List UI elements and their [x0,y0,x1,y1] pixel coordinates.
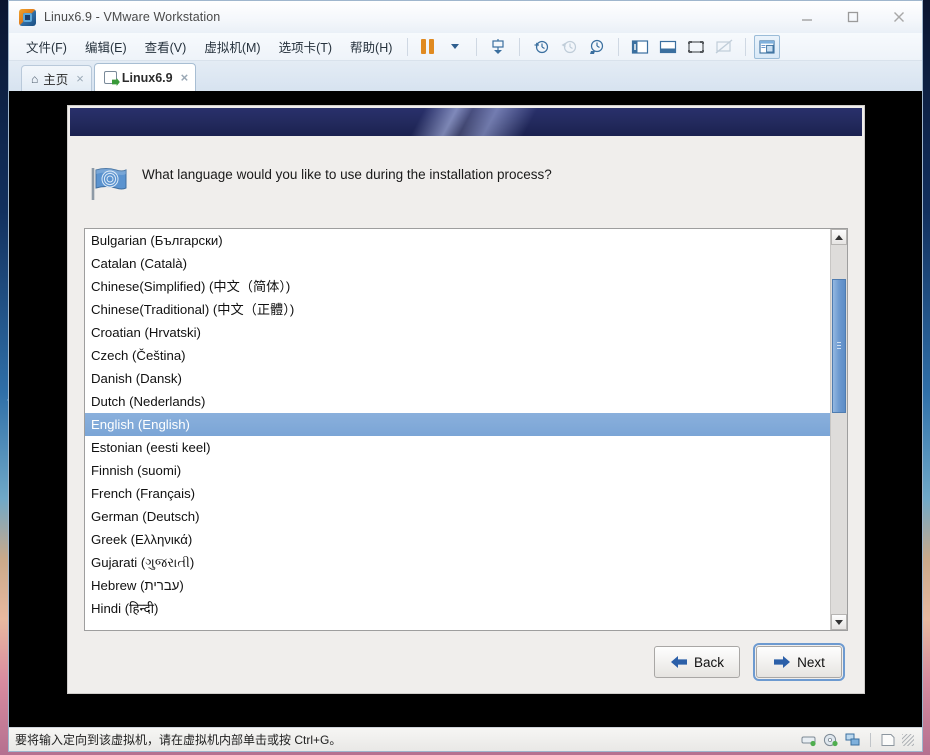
language-flag-icon [86,162,128,204]
tab-linux69-label: Linux6.9 [121,70,173,85]
menu-bar: 文件(F) 编辑(E) 查看(V) 虚拟机(M) 选项卡(T) 帮助(H) [9,33,922,61]
menu-file[interactable]: 文件(F) [17,34,76,59]
language-option[interactable]: Finnish (suomi) [85,459,830,482]
language-option-selected[interactable]: English (English) [85,413,830,436]
title-bar: Linux6.9 - VMware Workstation [9,1,922,33]
vmware-icon [19,8,36,26]
language-option[interactable]: Danish (Dansk) [85,367,830,390]
next-button[interactable]: Next [753,643,845,681]
language-option[interactable]: Greek (Ελληνικά) [85,528,830,551]
window-title: Linux6.9 - VMware Workstation [44,10,221,24]
tab-linux69-close-icon[interactable]: × [181,70,189,85]
language-option[interactable]: Dutch (Nederlands) [85,390,830,413]
home-icon: ⌂ [31,71,39,86]
language-list[interactable]: Bulgarian (Български) Catalan (Català) Chi… [85,229,830,630]
language-list-scrollbar[interactable] [830,229,847,630]
language-option[interactable]: Estonian (eesti keel) [85,436,830,459]
scroll-down-icon[interactable] [831,614,847,630]
scroll-up-icon[interactable] [831,229,847,245]
network-adapter-icon[interactable] [845,733,861,747]
language-option[interactable]: Bulgarian (Български) [85,229,830,252]
suspend-icon[interactable] [414,36,440,58]
unity-mode-icon [711,36,737,58]
language-option[interactable]: French (Français) [85,482,830,505]
toolbar-separator [745,37,747,56]
installer-banner [70,108,862,136]
tab-home-label: 主页 [43,73,69,87]
language-option[interactable]: Czech (Čeština) [85,344,830,367]
cd-dvd-icon[interactable] [823,733,839,747]
fullscreen-icon[interactable] [683,36,709,58]
snapshot-revert-icon [556,36,582,58]
snapshot-manager-icon[interactable] [584,36,610,58]
printer-icon[interactable] [880,733,896,747]
language-option[interactable]: Catalan (Català) [85,252,830,275]
toolbar-separator [476,37,478,56]
language-option[interactable]: Chinese(Traditional) (中文（正體）) [85,298,830,321]
dropdown-caret-icon[interactable] [442,36,468,58]
snapshot-take-icon[interactable] [528,36,554,58]
toolbar-separator [519,37,521,56]
vm-icon [103,71,117,84]
show-thumbnail-bar-icon[interactable] [655,36,681,58]
tab-strip: ⌂ 主页 × Linux6.9 × [9,61,922,91]
window-controls [784,1,922,33]
resize-grip-icon[interactable] [902,734,914,746]
minimize-icon[interactable] [784,1,830,33]
toolbar-separator [618,37,620,56]
language-option[interactable]: Croatian (Hrvatski) [85,321,830,344]
status-icon-group [801,728,914,752]
close-icon[interactable] [876,1,922,33]
menu-tabs[interactable]: 选项卡(T) [270,34,341,59]
menu-vm[interactable]: 虚拟机(M) [195,34,269,59]
toolbar-separator [407,37,409,56]
menu-view[interactable]: 查看(V) [136,34,196,59]
anaconda-installer-dialog: What language would you like to use duri… [67,105,865,694]
status-bar: 要将输入定向到该虚拟机，请在虚拟机内部单击或按 Ctrl+G。 [9,727,922,751]
language-option[interactable]: Gujarati (ગુજરાતી) [85,551,830,574]
language-option[interactable]: German (Deutsch) [85,505,830,528]
language-option[interactable]: Hebrew (עברית) [85,574,830,597]
show-library-icon[interactable] [627,36,653,58]
scrollbar-grip-icon [837,342,841,350]
arrow-left-icon [670,655,688,669]
back-button-label: Back [693,654,724,670]
question-area: What language would you like to use duri… [68,136,864,212]
maximize-icon[interactable] [830,1,876,33]
scrollbar-thumb[interactable] [832,279,846,413]
tab-home-close-icon[interactable]: × [76,71,84,86]
arrow-right-icon [773,655,791,669]
toolbar [414,34,781,59]
power-icon[interactable] [485,36,511,58]
back-button[interactable]: Back [654,646,740,678]
tab-linux69[interactable]: Linux6.9 × [93,63,197,91]
vm-console-screen[interactable]: What language would you like to use duri… [9,91,922,727]
menu-edit[interactable]: 编辑(E) [76,34,136,59]
wizard-button-row: Back Next [68,631,864,693]
language-listbox[interactable]: Bulgarian (Български) Catalan (Català) Chi… [84,228,848,631]
vmware-workstation-window: Linux6.9 - VMware Workstation 文件(F) 编辑(E… [8,0,923,752]
next-button-label: Next [797,654,825,670]
scrollbar-track[interactable] [831,245,847,614]
menu-help[interactable]: 帮助(H) [341,34,401,59]
language-option[interactable]: Chinese(Simplified) (中文（简体）) [85,275,830,298]
console-view-icon[interactable] [754,34,781,59]
question-text: What language would you like to use duri… [142,167,552,182]
tab-home[interactable]: ⌂ 主页 × [21,65,92,91]
hard-disk-icon[interactable] [801,733,817,747]
status-separator [870,733,871,747]
status-message: 要将输入定向到该虚拟机，请在虚拟机内部单击或按 Ctrl+G。 [15,733,342,747]
language-option[interactable]: Hindi (हिन्दी) [85,597,830,620]
